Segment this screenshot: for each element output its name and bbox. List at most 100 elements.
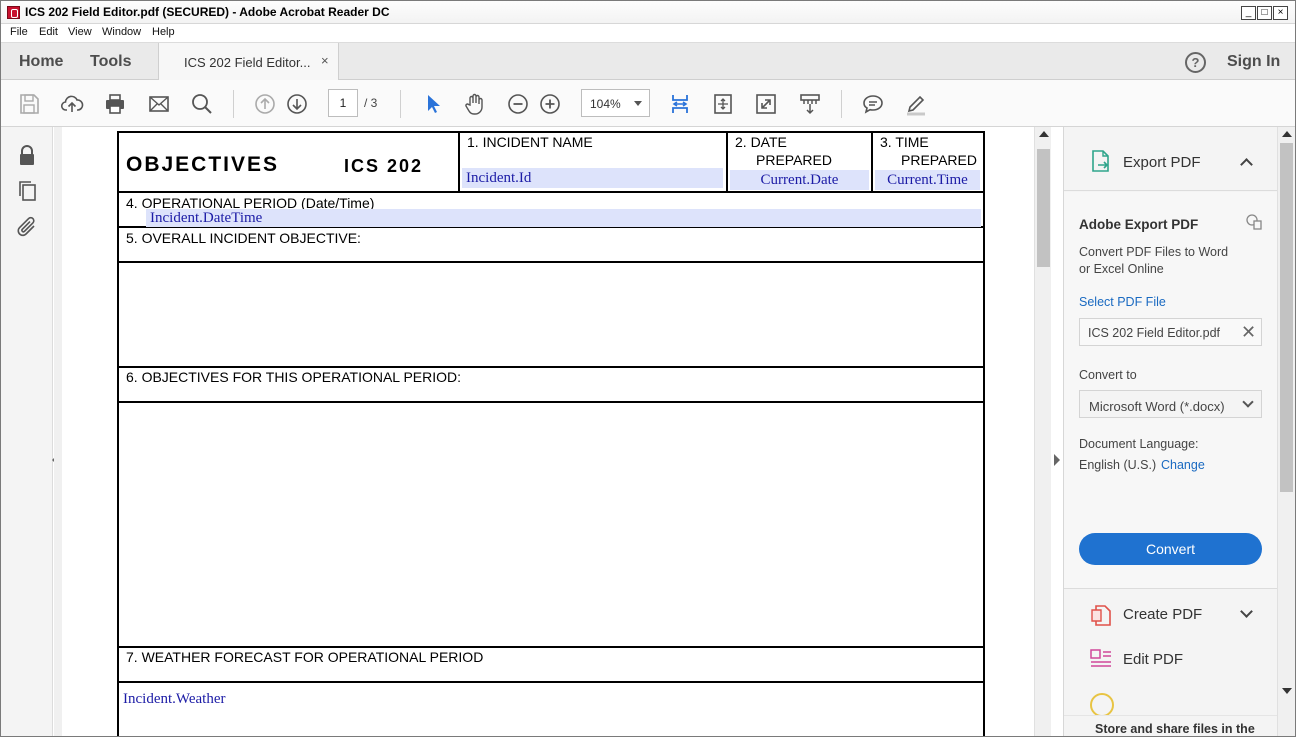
tab-tools[interactable]: Tools: [90, 53, 131, 71]
zoom-in-icon[interactable]: [537, 91, 563, 117]
export-info-icon[interactable]: [1245, 213, 1263, 231]
incident-name-field[interactable]: Incident.Id: [462, 168, 723, 188]
scrollbar-thumb[interactable]: [1037, 149, 1050, 267]
select-pdf-file-link[interactable]: Select PDF File: [1079, 295, 1166, 309]
scroll-down-icon[interactable]: [1282, 688, 1292, 694]
scrollbar-thumb[interactable]: [1280, 143, 1293, 492]
scroll-mode-icon[interactable]: [797, 91, 823, 117]
scroll-up-icon[interactable]: [1039, 131, 1049, 137]
previous-page-icon[interactable]: [252, 91, 278, 117]
lock-icon[interactable]: [15, 143, 39, 167]
close-tab-icon[interactable]: ×: [321, 53, 329, 68]
close-window-button[interactable]: ×: [1273, 6, 1288, 20]
sign-in-button[interactable]: Sign In: [1227, 53, 1280, 71]
select-cursor-icon[interactable]: [419, 91, 445, 117]
export-pdf-header[interactable]: Export PDF: [1064, 127, 1277, 191]
selected-file-box[interactable]: ICS 202 Field Editor.pdf ✕: [1079, 318, 1262, 346]
convert-button[interactable]: Convert: [1079, 533, 1262, 565]
menu-file[interactable]: File: [10, 26, 28, 38]
convert-to-select[interactable]: Microsoft Word (*.docx): [1079, 390, 1262, 418]
overall-objective-label: 5. OVERALL INCIDENT OBJECTIVE:: [126, 230, 361, 246]
page-total: / 3: [364, 96, 378, 110]
objectives-field[interactable]: [121, 405, 981, 645]
time-prepared-field[interactable]: Current.Time: [875, 170, 980, 190]
zoom-out-icon[interactable]: [505, 91, 531, 117]
rotate-view-icon[interactable]: [710, 91, 736, 117]
convert-to-value: Microsoft Word (*.docx): [1089, 399, 1225, 414]
export-pdf-label: Export PDF: [1123, 154, 1201, 171]
document-viewport[interactable]: OBJECTIVES ICS 202 1. INCIDENT NAME Inci…: [54, 127, 1034, 736]
minimize-button[interactable]: _: [1241, 6, 1256, 20]
fit-width-icon[interactable]: [667, 91, 693, 117]
upload-cloud-icon[interactable]: [59, 91, 85, 117]
form-id: ICS 202: [344, 156, 424, 176]
comment-tool-icon: [1090, 693, 1114, 717]
document-scrollbar[interactable]: [1034, 127, 1051, 736]
chevron-down-icon: [634, 101, 642, 106]
zoom-value: 104%: [590, 97, 621, 111]
save-icon[interactable]: [16, 91, 42, 117]
menu-edit[interactable]: Edit: [39, 26, 58, 38]
search-icon[interactable]: [189, 91, 215, 117]
create-pdf-label[interactable]: Create PDF: [1123, 606, 1202, 623]
menu-view[interactable]: View: [68, 26, 92, 38]
overall-objective-field[interactable]: [121, 265, 981, 365]
hand-tool-icon[interactable]: [462, 91, 488, 117]
store-share-text: Store and share files in the: [1095, 722, 1255, 736]
toolbar-separator: [233, 90, 234, 118]
tab-home[interactable]: Home: [19, 53, 63, 71]
time-prepared-label: 3. TIME: [880, 134, 929, 150]
window-title: ICS 202 Field Editor.pdf (SECURED) - Ado…: [25, 5, 390, 19]
collapse-right-pane-icon[interactable]: [1054, 454, 1060, 466]
menu-bar: File Edit View Window Help: [1, 24, 1295, 43]
chevron-down-icon[interactable]: [1240, 605, 1253, 618]
change-language-link[interactable]: Change: [1161, 458, 1205, 472]
next-page-icon[interactable]: [284, 91, 310, 117]
tab-document-label: ICS 202 Field Editor...: [184, 55, 311, 70]
zoom-level-select[interactable]: 104%: [581, 89, 650, 117]
document-language-value: English (U.S.): [1079, 458, 1157, 472]
objectives-label: 6. OBJECTIVES FOR THIS OPERATIONAL PERIO…: [126, 369, 462, 385]
scroll-up-icon[interactable]: [1282, 131, 1292, 137]
chevron-up-icon[interactable]: [1240, 158, 1253, 171]
incident-name-label: 1. INCIDENT NAME: [467, 134, 593, 150]
convert-to-label: Convert to: [1079, 368, 1137, 382]
menu-help[interactable]: Help: [152, 26, 175, 38]
menu-window[interactable]: Window: [102, 26, 141, 38]
left-navigation-rail: [1, 127, 53, 736]
adobe-export-title: Adobe Export PDF: [1079, 217, 1199, 232]
store-share-banner: Store and share files in the: [1064, 715, 1277, 736]
highlight-pen-icon[interactable]: [903, 91, 929, 117]
chevron-down-icon: [1242, 396, 1254, 408]
toolbar: 1 / 3 104%: [1, 80, 1295, 127]
toolbar-separator: [841, 90, 842, 118]
title-bar: ICS 202 Field Editor.pdf (SECURED) - Ado…: [1, 1, 1295, 24]
help-icon[interactable]: ?: [1185, 52, 1206, 73]
comment-icon[interactable]: [860, 91, 886, 117]
acrobat-window: ICS 202 Field Editor.pdf (SECURED) - Ado…: [0, 0, 1296, 737]
export-pdf-icon: [1090, 149, 1112, 173]
form-title: OBJECTIVES: [126, 153, 280, 176]
print-icon[interactable]: [102, 91, 128, 117]
tab-document[interactable]: ICS 202 Field Editor... ×: [158, 43, 339, 81]
remove-file-icon[interactable]: ✕: [1241, 322, 1256, 343]
time-prepared-label-2: PREPARED: [901, 152, 977, 168]
right-pane-scrollbar[interactable]: [1277, 127, 1295, 736]
page-thumbnails-icon[interactable]: [15, 179, 39, 203]
date-prepared-field[interactable]: Current.Date: [730, 170, 869, 190]
export-description-1: Convert PDF Files to Word: [1079, 245, 1229, 259]
attachment-icon[interactable]: [15, 215, 39, 239]
edit-pdf-icon: [1090, 648, 1112, 670]
edit-pdf-label[interactable]: Edit PDF: [1123, 651, 1183, 668]
maximize-button[interactable]: □: [1257, 6, 1272, 20]
create-pdf-icon: [1090, 603, 1112, 627]
page-number-input[interactable]: 1: [328, 89, 358, 117]
export-pdf-panel: Adobe Export PDF Convert PDF Files to Wo…: [1064, 192, 1277, 589]
operational-period-field[interactable]: Incident.DateTime: [146, 209, 981, 227]
document-language-label: Document Language:: [1079, 437, 1199, 451]
email-icon[interactable]: [146, 91, 172, 117]
right-tools-pane: Export PDF Adobe Export PDF Convert PDF …: [1063, 127, 1277, 736]
selected-file-name: ICS 202 Field Editor.pdf: [1088, 326, 1221, 340]
weather-forecast-field[interactable]: Incident.Weather: [119, 689, 519, 709]
full-screen-icon[interactable]: [753, 91, 779, 117]
